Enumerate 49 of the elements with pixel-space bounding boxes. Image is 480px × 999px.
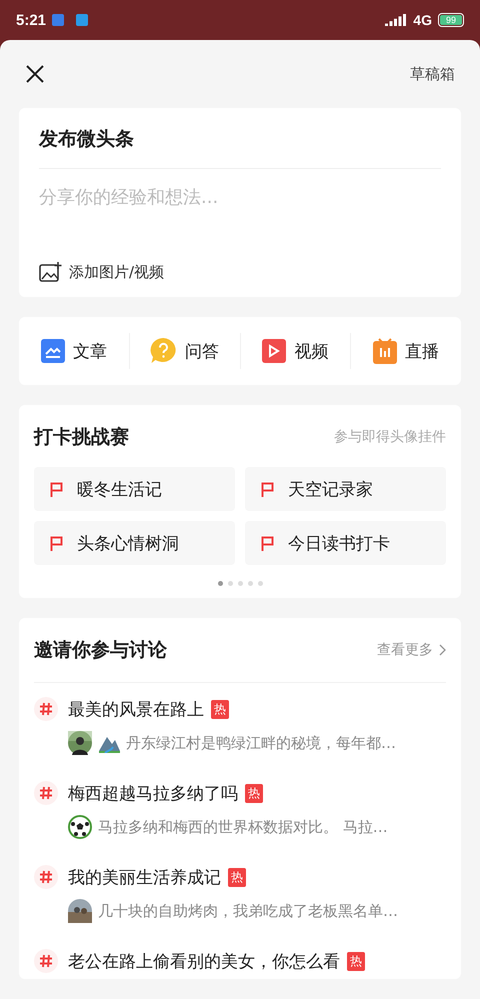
hot-badge: 热 — [347, 952, 365, 970]
drafts-link[interactable]: 草稿箱 — [410, 64, 455, 84]
hashtag-icon — [34, 949, 58, 973]
app-icon — [52, 14, 64, 26]
play-icon — [262, 339, 286, 363]
topic-summary: 马拉多纳和梅西的世界杯数据对比。 马拉… — [98, 818, 388, 836]
hashtag-icon — [34, 697, 58, 721]
topic-title[interactable]: 老公在路上偷看别的美女，你怎么看 — [68, 950, 340, 972]
tv-icon — [373, 338, 398, 364]
flag-icon — [261, 482, 274, 496]
battery-icon: 99 — [438, 13, 464, 27]
post-type-button[interactable]: 视频 — [240, 333, 352, 369]
challenge-button[interactable]: 头条心情树洞 — [34, 521, 235, 565]
avatar — [68, 731, 92, 755]
hashtag-icon — [34, 865, 58, 889]
add-image-icon[interactable] — [39, 261, 63, 283]
add-media-label[interactable]: 添加图片/视频 — [69, 262, 164, 282]
flag-icon — [50, 536, 63, 550]
post-type-button[interactable]: 直播 — [351, 333, 461, 369]
question-icon — [150, 338, 178, 364]
status-time: 5:21 — [16, 12, 46, 28]
hashtag-icon — [34, 781, 58, 805]
section-hint: 参与即得头像挂件 — [334, 428, 446, 446]
topic-title[interactable]: 最美的风景在路上 — [68, 698, 204, 720]
topic-title[interactable]: 梅西超越马拉多纳了吗 — [68, 782, 238, 804]
hot-badge: 热 — [228, 868, 246, 886]
app-icon — [76, 14, 88, 26]
topic-summary: 几十块的自助烤肉，我弟吃成了老板黑名单… — [98, 902, 398, 920]
close-icon[interactable] — [25, 64, 45, 84]
hot-badge: 热 — [245, 784, 263, 802]
hot-badge: 热 — [211, 700, 229, 718]
challenge-button[interactable]: 今日读书打卡 — [245, 521, 446, 565]
soccer-ball-icon — [68, 815, 92, 839]
challenge-button[interactable]: 天空记录家 — [245, 467, 446, 511]
chart-icon — [40, 339, 65, 363]
flag-icon — [50, 482, 63, 496]
post-composer[interactable]: 发布微头条 分享你的经验和想法... 添加图片/视频 — [19, 108, 461, 297]
post-type-button[interactable]: 文章 — [19, 333, 130, 369]
post-type-button[interactable]: 问答 — [130, 333, 240, 369]
avatar — [68, 899, 92, 923]
signal-icon — [385, 14, 408, 26]
flag-icon — [261, 536, 274, 550]
section-title: 打卡挑战赛 — [34, 425, 129, 450]
topic-summary: 丹东绿江村是鸭绿江畔的秘境，每年都… — [126, 734, 396, 752]
network-label: 4G — [413, 12, 432, 28]
challenge-button[interactable]: 暖冬生活记 — [34, 467, 235, 511]
section-title: 邀请你参与讨论 — [34, 638, 167, 663]
chevron-icon — [439, 644, 446, 656]
topic-title[interactable]: 我的美丽生活养成记 — [68, 866, 221, 888]
